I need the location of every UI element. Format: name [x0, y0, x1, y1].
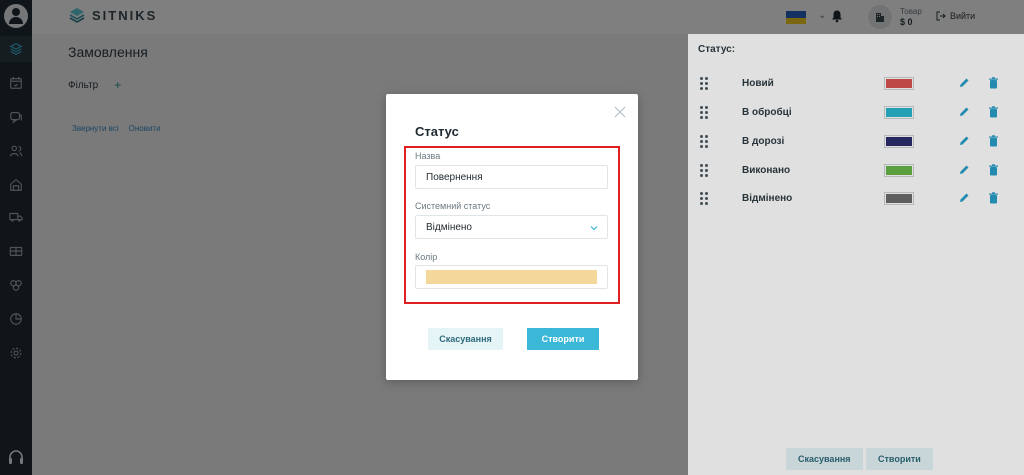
users-icon[interactable]: [7, 142, 25, 160]
logo-layers-icon: [69, 8, 85, 23]
close-icon[interactable]: [614, 106, 626, 118]
name-input-value: Повернення: [426, 171, 483, 183]
truck-icon[interactable]: [7, 208, 25, 226]
system-status-select[interactable]: Відмінено: [415, 215, 608, 239]
status-modal: Статус Назва Повернення Системний статус…: [386, 94, 638, 380]
analytics-icon[interactable]: [7, 310, 25, 328]
chevron-down-icon: [590, 226, 598, 231]
notification-bell-icon[interactable]: [830, 9, 844, 23]
left-sidebar: [0, 0, 32, 475]
name-input[interactable]: Повернення: [415, 165, 608, 189]
integrations-icon[interactable]: [7, 276, 25, 294]
refresh-link[interactable]: Оновити: [129, 124, 161, 133]
name-label: Назва: [415, 151, 441, 161]
system-status-value: Відмінено: [426, 221, 472, 233]
logout-icon: [936, 11, 946, 21]
brand-logo[interactable]: SITNIKS: [68, 6, 157, 24]
goods-label: Товар: [900, 7, 922, 16]
collapse-all-link[interactable]: Звернути всі: [72, 124, 119, 133]
user-avatar-icon[interactable]: [4, 4, 28, 28]
color-picker[interactable]: [415, 265, 608, 289]
color-picker-fill: [426, 270, 597, 284]
list-actions: Звернути всі Оновити: [72, 124, 161, 133]
language-chevron-down-icon[interactable]: ⌄: [818, 10, 826, 21]
company-building-icon[interactable]: [868, 5, 892, 29]
system-status-label: Системний статус: [415, 201, 491, 211]
create-button[interactable]: Створити: [527, 328, 599, 350]
add-filter-plus-icon[interactable]: +: [114, 78, 121, 92]
logout-label: Вийти: [950, 11, 976, 21]
warehouse-icon[interactable]: [7, 176, 25, 194]
chat-icon[interactable]: [7, 108, 25, 126]
filter-label[interactable]: Фільтр: [68, 80, 98, 91]
cancel-button[interactable]: Скасування: [428, 328, 503, 350]
page-title: Замовлення: [68, 44, 148, 60]
support-headset-icon[interactable]: [6, 448, 26, 468]
brand-name: SITNIKS: [92, 7, 158, 23]
filter-bar: Фільтр +: [68, 78, 121, 92]
goods-balance: Товар $ 0: [900, 6, 922, 28]
goods-value: $ 0: [900, 17, 913, 27]
modal-title: Статус: [415, 124, 459, 139]
ukraine-flag-icon[interactable]: [786, 11, 806, 24]
calendar-icon[interactable]: [7, 74, 25, 92]
logout-button[interactable]: Вийти: [936, 11, 975, 21]
layers-icon[interactable]: [7, 40, 25, 58]
settings-icon[interactable]: [7, 344, 25, 362]
cashbox-icon[interactable]: [7, 242, 25, 260]
top-header: SITNIKS ⌄ Товар $ 0 Вийти: [32, 0, 1024, 34]
status-panel-dim: [688, 34, 1024, 475]
color-label: Колір: [415, 252, 438, 262]
